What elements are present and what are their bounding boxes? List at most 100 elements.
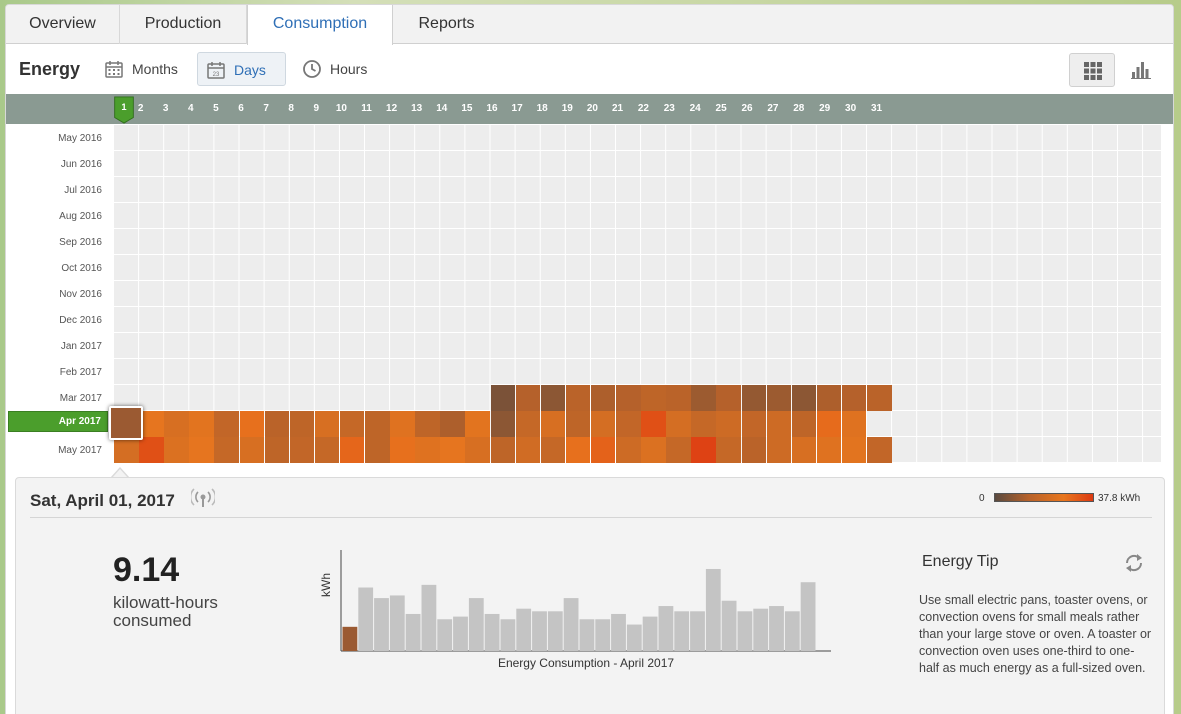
heatmap-cell[interactable] (314, 437, 340, 463)
month-row-label[interactable]: Aug 2016 (6, 211, 102, 222)
chart-bar[interactable] (389, 595, 405, 651)
heatmap-cell[interactable] (691, 385, 716, 411)
chart-bar[interactable] (453, 616, 468, 651)
heatmap-cell[interactable] (114, 437, 139, 463)
heatmap-cell[interactable] (641, 437, 666, 463)
heatmap-cell[interactable] (716, 385, 741, 411)
heatmap-cell[interactable] (641, 385, 666, 411)
selected-month-label[interactable]: Apr 2017 (8, 411, 108, 432)
tab-reports[interactable]: Reports (393, 5, 500, 44)
heatmap-cell[interactable] (841, 437, 867, 463)
heatmap-cell[interactable] (590, 411, 616, 437)
heatmap-cell[interactable] (440, 411, 465, 437)
chart-bar[interactable] (579, 619, 595, 651)
day-label[interactable]: 8 (281, 103, 301, 114)
day-label[interactable]: 28 (789, 103, 809, 114)
day-label[interactable]: 17 (507, 103, 527, 114)
heatmap-cell[interactable] (641, 411, 666, 437)
day-label[interactable]: 31 (867, 103, 887, 114)
month-row-label[interactable]: Jul 2016 (6, 185, 102, 196)
chart-bar[interactable] (769, 606, 784, 651)
tab-production[interactable]: Production (120, 5, 247, 44)
chart-bar[interactable] (421, 584, 437, 651)
month-row-label[interactable]: May 2016 (6, 133, 102, 144)
month-row-label[interactable]: Nov 2016 (6, 289, 102, 300)
chart-bar[interactable] (468, 598, 484, 651)
heatmap-cell[interactable] (465, 411, 490, 437)
chart-view-button[interactable] (1118, 53, 1164, 87)
chart-bar[interactable] (484, 613, 500, 651)
day-label[interactable]: 12 (382, 103, 402, 114)
day-label[interactable]: 9 (306, 103, 326, 114)
heatmap-cell[interactable] (239, 437, 265, 463)
heatmap-cell[interactable] (490, 411, 516, 437)
heatmap-cell[interactable] (415, 411, 440, 437)
heatmap-cell[interactable] (666, 385, 691, 411)
heatmap-cell[interactable] (415, 437, 440, 463)
signal-icon[interactable] (191, 488, 215, 510)
heatmap-cell[interactable] (264, 437, 290, 463)
day-label[interactable]: 19 (557, 103, 577, 114)
month-row-label[interactable]: Mar 2017 (6, 393, 102, 404)
month-row-label[interactable]: Jan 2017 (6, 341, 102, 352)
heatmap-cell[interactable] (791, 437, 817, 463)
heatmap-cell[interactable] (189, 437, 214, 463)
day-label[interactable]: 25 (711, 103, 731, 114)
chart-bar[interactable] (437, 619, 453, 651)
tab-overview[interactable]: Overview (6, 5, 120, 44)
chart-bar[interactable] (374, 598, 389, 651)
day-label[interactable]: 15 (457, 103, 477, 114)
heatmap-cell[interactable] (590, 437, 616, 463)
heatmap-cell[interactable] (565, 385, 591, 411)
chart-bar[interactable] (705, 568, 721, 651)
heatmap-cell[interactable] (540, 411, 566, 437)
chart-bar[interactable] (642, 616, 658, 651)
chart-bar[interactable] (547, 611, 563, 651)
chart-bar[interactable] (658, 606, 674, 651)
heatmap-cell[interactable] (565, 411, 591, 437)
heatmap-cell[interactable] (816, 437, 842, 463)
chart-bar[interactable] (737, 611, 753, 651)
heatmap-cell[interactable] (339, 411, 365, 437)
heatmap-cell[interactable] (590, 385, 616, 411)
heatmap-cell[interactable] (515, 411, 541, 437)
selected-day-marker[interactable]: 1 (113, 96, 135, 124)
heatmap-cell[interactable] (440, 437, 465, 463)
month-row-label[interactable]: Jun 2016 (6, 159, 102, 170)
month-row-label[interactable]: Feb 2017 (6, 367, 102, 378)
heatmap-cell[interactable] (214, 411, 239, 437)
heatmap-cell[interactable] (766, 437, 792, 463)
heatmap-cell[interactable] (289, 411, 315, 437)
month-row-label[interactable]: Dec 2016 (6, 315, 102, 326)
grid-view-button[interactable] (1069, 53, 1115, 87)
months-view-button[interactable]: Months (96, 52, 190, 86)
heatmap-cell[interactable] (791, 385, 817, 411)
chart-bar[interactable] (753, 608, 769, 651)
heatmap-cell[interactable] (616, 385, 641, 411)
day-label[interactable]: 7 (256, 103, 276, 114)
heatmap-cell[interactable] (164, 437, 189, 463)
heatmap-cell[interactable] (867, 385, 892, 411)
heatmap-cell[interactable] (365, 437, 390, 463)
heatmap-cell[interactable] (791, 411, 817, 437)
heatmap-cell[interactable] (490, 385, 516, 411)
selected-day-cell[interactable] (109, 406, 143, 440)
chart-bar[interactable] (721, 600, 737, 651)
heatmap-cell[interactable] (264, 411, 290, 437)
chart-bar[interactable] (784, 611, 800, 651)
heatmap-cell[interactable] (841, 385, 867, 411)
chart-bar[interactable] (626, 624, 642, 651)
heatmap-cell[interactable] (867, 437, 892, 463)
chart-bar[interactable] (516, 608, 532, 651)
heatmap-cell[interactable] (666, 437, 691, 463)
heatmap-cell[interactable] (390, 437, 415, 463)
day-label[interactable]: 30 (841, 103, 861, 114)
day-label[interactable]: 11 (357, 103, 377, 114)
heatmap-cell[interactable] (365, 411, 390, 437)
chart-bar[interactable] (674, 611, 690, 651)
day-label[interactable]: 21 (608, 103, 628, 114)
chart-bar[interactable] (342, 626, 358, 651)
heatmap-cell[interactable] (741, 411, 767, 437)
heatmap-cell[interactable] (239, 411, 265, 437)
heatmap-cell[interactable] (816, 411, 842, 437)
